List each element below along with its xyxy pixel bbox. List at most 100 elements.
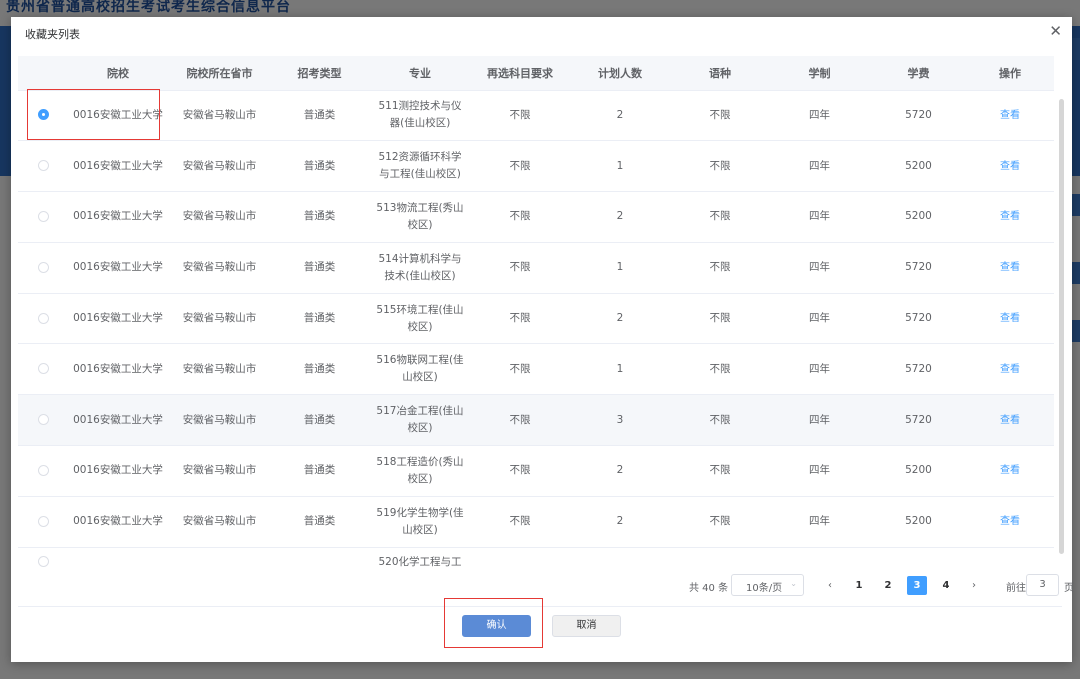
prev-page-button[interactable]: ‹ [820,576,840,595]
table-row[interactable]: 0016安徽工业大学 安徽省马鞍山市 普通类 511测控技术与仪器(佳山校区) 不限 2 不… [18,90,1054,142]
plan-text: 2 [616,210,624,223]
table-row[interactable]: 0016安徽工业大学 安徽省马鞍山市 普通类 519化学生物学(佳山校区) 不限 2 不限 四… [18,496,1054,548]
page-number-button[interactable]: 2 [878,576,898,595]
page-number-button[interactable]: 4 [936,576,956,595]
select-radio[interactable] [37,515,49,527]
cell-lang: 不限 [672,343,768,396]
cancel-button[interactable]: 取消 [552,615,621,637]
city-text: 安徽省马鞍山市 [182,515,257,528]
req-text: 不限 [509,261,531,274]
cell-action: 查看 [966,140,1054,193]
page-number-button[interactable]: 3 [907,576,927,595]
view-link[interactable]: 查看 [1000,211,1020,222]
plan-text: 1 [616,261,624,274]
select-radio[interactable] [37,312,49,324]
lang-text: 不限 [709,362,731,375]
page-number-button[interactable]: 1 [849,576,869,595]
column-header-plan: 计划人数 [568,56,672,91]
cell-years: 四年 [768,496,871,548]
next-page-button[interactable]: › [964,576,984,595]
cell-years: 四年 [768,191,871,243]
column-header-duration: 学制 [768,56,871,91]
view-link[interactable]: 查看 [1000,110,1020,121]
select-radio[interactable] [37,414,49,426]
cell-type: 普通类 [271,293,368,345]
table-row[interactable]: 0016安徽工业大学 安徽省马鞍山市 普通类 516物联网工程(佳山校区) 不限 1 不限 四… [18,343,1054,396]
major-text: 514计算机科学与技术(佳山校区) [378,252,462,282]
school-text: 0016安徽工业大学 [73,413,163,426]
table-row[interactable]: 0016安徽工业大学 安徽省马鞍山市 普通类 512资源循环科学与工程(佳山校区) 不限… [18,140,1054,193]
view-link[interactable]: 查看 [1000,465,1020,476]
view-link[interactable]: 查看 [1000,161,1020,172]
select-radio[interactable] [37,210,49,222]
goto-label: 前往 [1006,583,1026,594]
cell-school: 0016安徽工业大学 [68,445,168,497]
table-row[interactable]: 0016安徽工业大学 安徽省马鞍山市 普通类 518工程造价(秀山校区) 不限 2 不限 四年… [18,445,1054,497]
cell-req: 不限 [472,293,568,345]
cell-req: 不限 [472,90,568,142]
major-text: 519化学生物学(佳山校区) [376,506,464,536]
goto-page-input[interactable]: 3 [1026,574,1059,596]
lang-text: 不限 [709,261,731,274]
cell-req: 不限 [472,445,568,497]
select-radio[interactable] [37,261,49,273]
plan-text: 1 [616,362,624,375]
view-link[interactable]: 查看 [1000,415,1020,426]
select-radio[interactable] [37,109,49,121]
table-row[interactable]: 0016安徽工业大学 安徽省马鞍山市 普通类 514计算机科学与技术(佳山校区) 不限 1… [18,242,1054,294]
cell-major: 513物流工程(秀山校区) [368,191,472,243]
city-text: 安徽省马鞍山市 [182,159,257,172]
cell-school: 0016安徽工业大学 [68,90,168,142]
table-header-row: 院校 院校所在省市 招考类型 专业 再选科目要求 计划人数 语种 学制 学费 操作 [18,56,1054,91]
city-text: 安徽省马鞍山市 [182,464,257,477]
cell-city: 安徽省马鞍山市 [168,445,271,497]
select-radio[interactable] [37,363,49,375]
view-link[interactable]: 查看 [1000,364,1020,375]
close-icon[interactable]: ✕ [1049,24,1062,39]
table-row[interactable]: 0016安徽工业大学 安徽省马鞍山市 普通类 513物流工程(秀山校区) 不限 2 不限 四年… [18,191,1054,243]
confirm-button[interactable]: 确认 [462,615,531,637]
cell-city: 安徽省马鞍山市 [168,343,271,396]
years-text: 四年 [809,108,830,121]
plan-text: 2 [616,464,624,477]
years-text: 四年 [809,362,830,375]
fee-text: 5720 [905,312,932,325]
city-text: 安徽省马鞍山市 [182,261,257,274]
column-header-select [18,56,68,91]
view-link[interactable]: 查看 [1000,313,1020,324]
cell-plan: 2 [568,90,672,142]
cell-school: 0016安徽工业大学 [68,242,168,294]
page-size-select[interactable]: 10条/页 ⌄ [731,574,804,596]
select-radio[interactable] [37,464,49,476]
cell-lang: 不限 [672,90,768,142]
view-link[interactable]: 查看 [1000,262,1020,273]
cell-city: 安徽省马鞍山市 [168,293,271,345]
cell-city: 安徽省马鞍山市 [168,242,271,294]
fee-text: 5200 [905,159,932,172]
column-header-city: 院校所在省市 [168,56,271,91]
cell-years: 四年 [768,140,871,193]
plan-text: 3 [616,413,624,426]
cell-lang: 不限 [672,293,768,345]
view-link[interactable]: 查看 [1000,516,1020,527]
cell-lang: 不限 [672,140,768,193]
select-radio[interactable] [37,160,49,172]
table-row[interactable]: 0016安徽工业大学 安徽省马鞍山市 普通类 517冶金工程(佳山校区) 不限 3 不限 四年… [18,394,1054,447]
years-text: 四年 [809,515,830,528]
column-header-tuition: 学费 [871,56,966,91]
favorites-table: 院校 院校所在省市 招考类型 专业 再选科目要求 计划人数 语种 学制 学费 操作 0016安徽工… [18,56,1062,583]
cell-action: 查看 [966,191,1054,243]
cell-major: 514计算机科学与技术(佳山校区) [368,242,472,294]
select-radio[interactable] [37,556,49,568]
req-text: 不限 [509,413,531,426]
dialog-header: 收藏夹列表 ✕ [11,17,1072,50]
major-text: 516物联网工程(佳山校区) [376,354,464,384]
major-text: 511测控技术与仪器(佳山校区) [378,100,462,130]
table-scrollbar[interactable] [1059,99,1064,554]
table-row[interactable]: 0016安徽工业大学 安徽省马鞍山市 普通类 515环境工程(佳山校区) 不限 2 不限 四年… [18,293,1054,345]
cell-school: 0016安徽工业大学 [68,343,168,396]
school-text: 0016安徽工业大学 [73,210,163,223]
radio-cell [18,496,68,548]
city-text: 安徽省马鞍山市 [182,312,257,325]
cell-city: 安徽省马鞍山市 [168,394,271,447]
